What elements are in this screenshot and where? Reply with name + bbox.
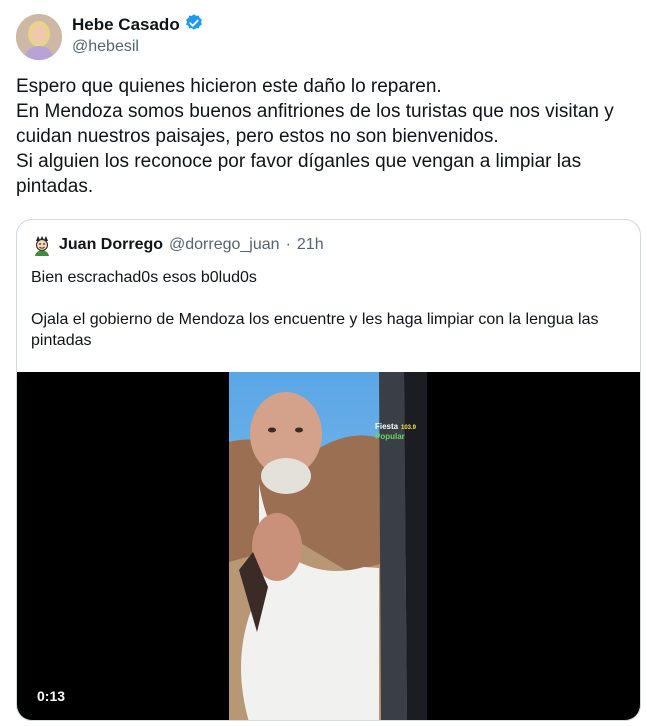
quoted-tweet-header: Juan Dorrego @dorrego_juan · 21h (31, 234, 324, 256)
quoted-tweet-text: Bien escrachad0s esos b0lud0s Ojala el g… (31, 267, 631, 351)
tweet-line: Espero que quienes hicieron este daño lo… (16, 76, 442, 97)
quoted-author-name[interactable]: Juan Dorrego (59, 236, 163, 254)
author-avatar[interactable] (16, 14, 62, 60)
quoted-timestamp[interactable]: 21h (297, 236, 324, 254)
video-frame: Fiesta 103.9 Popular (229, 372, 427, 720)
video-duration: 0:13 (31, 686, 72, 706)
quoted-paragraph: Bien escrachad0s esos b0lud0s (31, 269, 257, 286)
verified-badge-icon (184, 13, 204, 38)
tweet-text: Espero que quienes hicieron este daño lo… (16, 74, 636, 199)
tweet-line: pintadas. (16, 176, 94, 197)
quoted-author-avatar[interactable] (31, 234, 53, 256)
quoted-tweet-card[interactable]: Juan Dorrego @dorrego_juan · 21h Bien es… (16, 219, 641, 721)
quoted-paragraph: Ojala el gobierno de Mendoza los encuent… (31, 311, 599, 349)
author-block: Hebe Casado @hebesil (72, 13, 204, 56)
tweet-line: En Mendoza somos buenos anfitriones de l… (16, 101, 614, 122)
quoted-author-handle[interactable]: @dorrego_juan (169, 236, 280, 254)
tweet-line: Si alguien los reconoce por favor díganl… (16, 151, 582, 172)
overlay-logo-text: Fiesta (375, 422, 399, 431)
meta-separator: · (285, 236, 291, 253)
video-player[interactable]: Fiesta 103.9 Popular 0:13 (17, 372, 640, 720)
author-name[interactable]: Hebe Casado (72, 15, 180, 35)
tweet-line: cuidan nuestros paisajes, pero estos no … (16, 126, 499, 147)
overlay-logo-text: Popular (375, 432, 405, 441)
overlay-logo-text: 103.9 (401, 425, 417, 431)
author-handle[interactable]: @hebesil (72, 38, 204, 56)
